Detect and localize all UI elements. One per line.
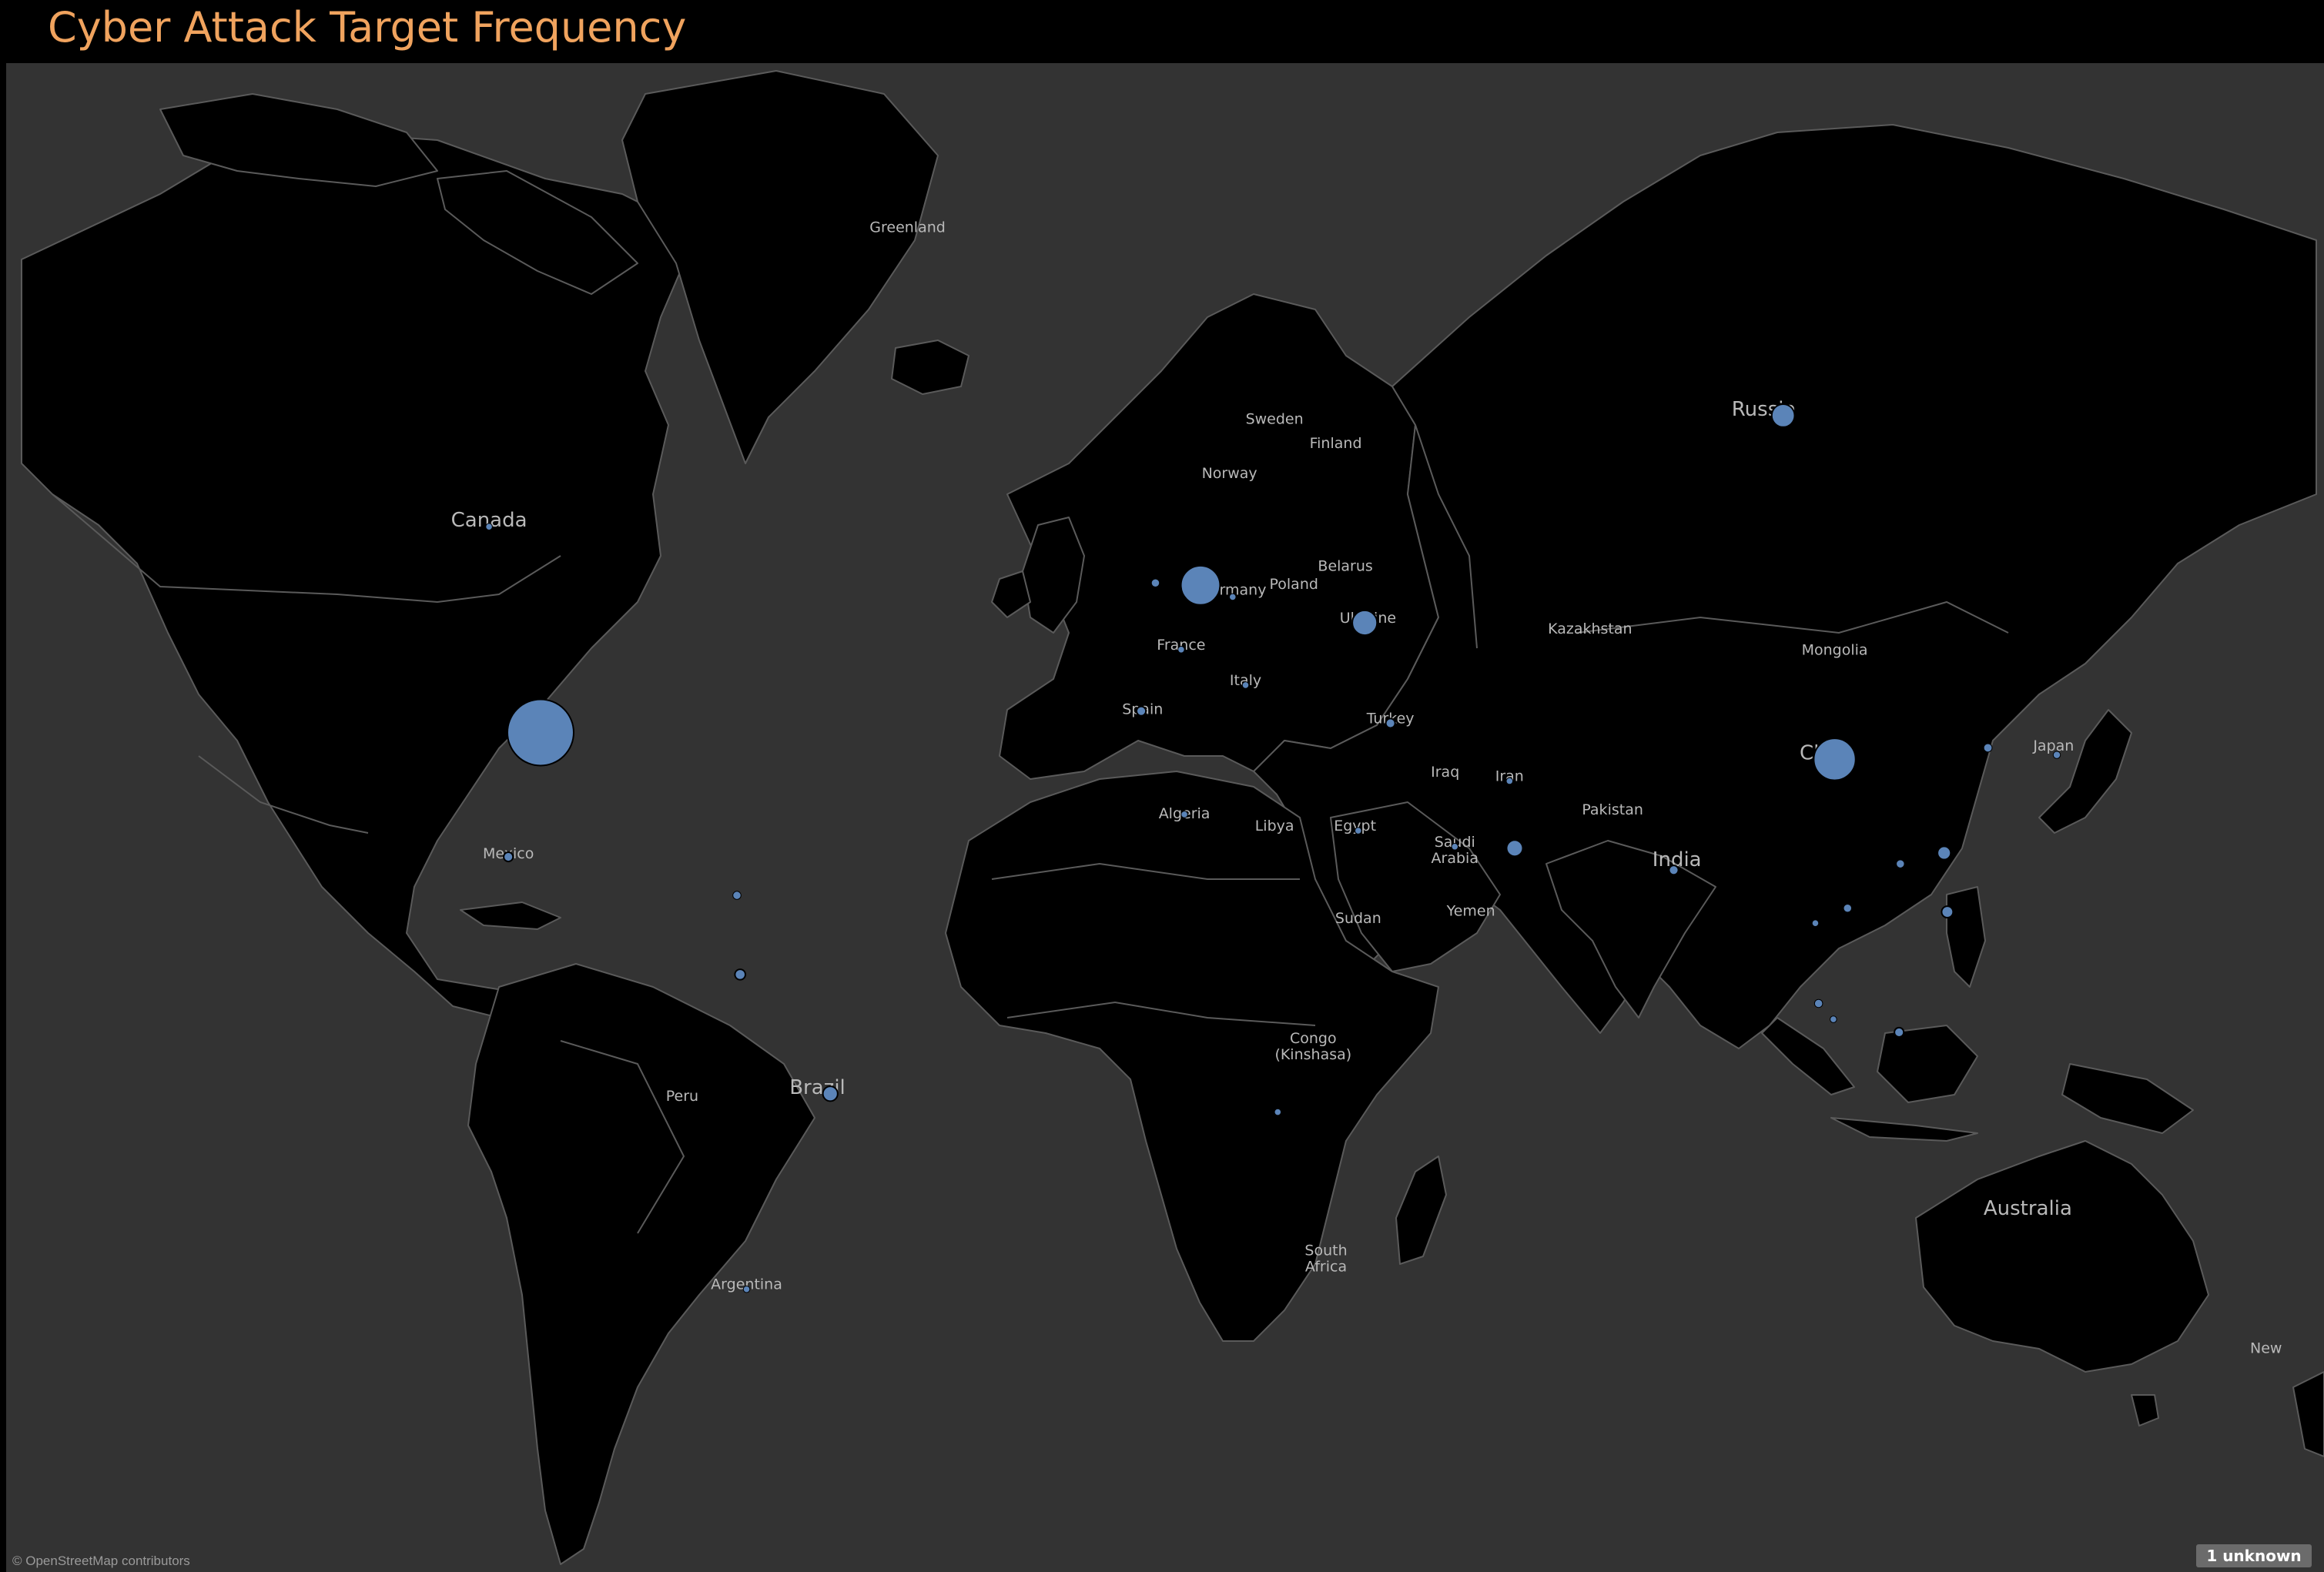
country-label: South Africa (1304, 1243, 1347, 1276)
country-label-line: Sudan (1335, 910, 1381, 927)
attack-marker[interactable]: Germany (1228, 593, 1237, 601)
attack-marker[interactable]: Spain (1135, 705, 1147, 717)
attack-marker[interactable]: South Korea (1983, 743, 1993, 753)
country-label: Finland (1310, 435, 1362, 452)
attack-marker[interactable]: Canada (485, 523, 493, 531)
attack-marker[interactable]: Thailand (1811, 919, 1820, 927)
attack-marker[interactable]: Philippines (1941, 905, 1954, 919)
country-label: Kazakhstan (1548, 620, 1632, 637)
attack-marker[interactable]: Hong Kong (1896, 859, 1905, 868)
country-label-line: Finland (1310, 435, 1362, 452)
page-title: Cyber Attack Target Frequency (48, 3, 687, 52)
map-view[interactable]: Greenland Canada Sweden Finland Norway Russia… (6, 63, 2324, 1572)
attack-marker[interactable]: Singapore (1830, 1015, 1837, 1023)
country-label-line: Australia (1984, 1197, 2072, 1220)
country-label: Yemen (1446, 902, 1495, 919)
country-label-line: Japan (2032, 738, 2074, 754)
attack-marker[interactable]: Japan (2052, 751, 2061, 759)
attack-marker[interactable]: Iran (1505, 777, 1514, 785)
country-label: Japan (2032, 738, 2074, 754)
attack-marker[interactable]: Turkey (1385, 717, 1396, 729)
country-label-line: Norway (1202, 465, 1257, 482)
attack-marker[interactable]: Italy (1241, 681, 1250, 689)
attack-marker[interactable]: Mexico (503, 851, 514, 863)
attack-marker[interactable]: United Arab Emirates (1505, 839, 1524, 858)
unknown-locations-badge[interactable]: 1 unknown (2196, 1544, 2312, 1567)
country-label-line: Greenland (869, 219, 946, 236)
country-label-line: Belarus (1318, 558, 1372, 575)
country-label: Pakistan (1582, 801, 1643, 818)
attack-marker[interactable]: Venezuela (734, 968, 746, 981)
attack-marker[interactable]: Malaysia (1813, 998, 1823, 1008)
country-label-line: Iraq (1431, 764, 1459, 781)
country-label: Greenland (869, 219, 946, 236)
country-label-line: South (1304, 1243, 1347, 1259)
attack-marker[interactable]: Indonesia (1894, 1026, 1905, 1038)
attack-marker[interactable]: Algeria (1180, 811, 1188, 818)
title-bar: Cyber Attack Target Frequency (0, 0, 2324, 62)
country-label-line: Peru (666, 1088, 698, 1105)
attack-marker[interactable]: Egypt (1355, 827, 1362, 834)
country-label-line: Congo (1290, 1030, 1337, 1047)
country-label: Libya (1255, 818, 1294, 834)
country-label-line: Mongolia (1802, 642, 1868, 659)
country-label-line: Kazakhstan (1548, 620, 1632, 637)
country-label-line: Poland (1270, 576, 1318, 593)
country-label: Sudan (1335, 910, 1381, 927)
attack-marker[interactable]: Netherlands (1180, 564, 1221, 606)
country-label-line: (Kinshasa) (1274, 1046, 1351, 1063)
country-label-line: New (2250, 1340, 2282, 1356)
country-label: Norway (1202, 465, 1257, 482)
attack-marker[interactable]: United States (506, 698, 574, 767)
country-label-line: Libya (1255, 818, 1294, 834)
country-label-line: Africa (1305, 1259, 1347, 1276)
attack-marker[interactable]: China (1813, 738, 1857, 781)
map-attribution[interactable]: © OpenStreetMap contributors (12, 1554, 190, 1569)
country-label: Peru (666, 1088, 698, 1105)
attack-marker[interactable]: Brazil (822, 1085, 839, 1102)
country-label: Sweden (1246, 411, 1304, 428)
country-label: Iraq (1431, 764, 1459, 781)
attack-marker[interactable]: Russia (1770, 403, 1796, 428)
attack-marker[interactable]: Vietnam (1843, 903, 1853, 913)
country-label-line: Yemen (1446, 902, 1495, 919)
country-label: Australia (1984, 1197, 2072, 1220)
country-label: New (2250, 1340, 2282, 1356)
country-label-line: Arabia (1432, 850, 1478, 867)
attack-marker[interactable]: Argentina (742, 1285, 751, 1293)
attack-marker[interactable]: Angola (1274, 1108, 1282, 1116)
country-label: Mongolia (1802, 642, 1868, 659)
attack-marker[interactable]: Taiwan (1937, 845, 1952, 861)
country-label-line: Pakistan (1582, 801, 1643, 818)
country-label-line: Sweden (1246, 411, 1304, 428)
attack-marker[interactable]: India (1668, 865, 1679, 876)
attack-marker[interactable]: Ukraine (1351, 609, 1378, 637)
attack-marker[interactable]: Puerto Rico (732, 891, 742, 900)
world-map[interactable]: Greenland Canada Sweden Finland Norway Russia… (6, 63, 2324, 1572)
attack-marker[interactable]: Saudi Arabia (1451, 842, 1459, 851)
attack-marker[interactable]: France (1177, 645, 1185, 654)
country-label: Belarus (1318, 558, 1372, 575)
country-label: Poland (1270, 576, 1318, 593)
attack-marker[interactable]: United Kingdom (1150, 578, 1160, 587)
